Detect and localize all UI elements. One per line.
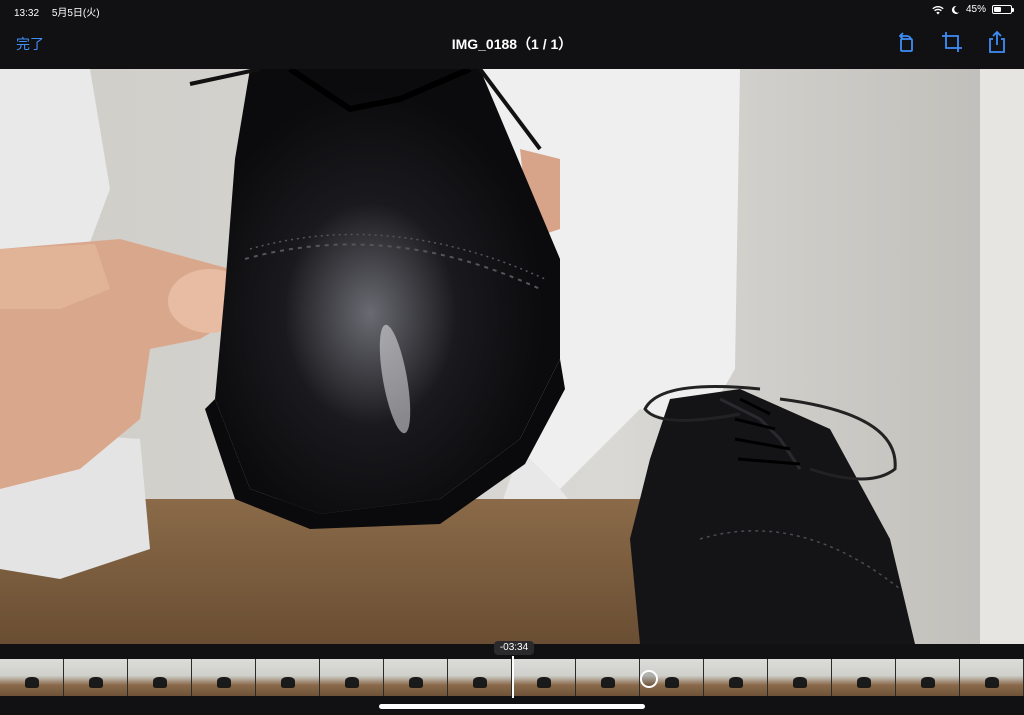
time-remaining: -03:34: [494, 641, 534, 655]
video-frame-illustration: [0, 69, 1024, 644]
crop-icon[interactable]: [940, 30, 964, 54]
filmstrip-frame: [128, 659, 192, 696]
filmstrip-frame: [512, 659, 576, 696]
filmstrip-frame: [768, 659, 832, 696]
filmstrip-frame: [448, 659, 512, 696]
playhead[interactable]: [512, 656, 514, 698]
filmstrip-frame: [896, 659, 960, 696]
filmstrip-frame: [704, 659, 768, 696]
battery-level: [994, 7, 1001, 12]
status-date: 5月5日(火): [51, 8, 100, 19]
share-icon[interactable]: [985, 30, 1009, 54]
filmstrip-frame: [384, 659, 448, 696]
filmstrip-frame: [320, 659, 384, 696]
video-title: IMG_0188（1 / 1）: [451, 36, 573, 52]
filmstrip-frame: [960, 659, 1024, 696]
filmstrip-frame: [0, 659, 64, 696]
battery-icon: [992, 5, 1014, 14]
filmstrip-frame: [256, 659, 320, 696]
filmstrip-frame: [192, 659, 256, 696]
video-frame[interactable]: [0, 69, 1024, 644]
scrub-handle[interactable]: [640, 670, 658, 688]
filmstrip-frame: [64, 659, 128, 696]
wifi-icon: [932, 5, 944, 14]
rotate-icon[interactable]: [895, 30, 919, 54]
moon-icon: [951, 5, 959, 14]
status-right: 45%: [932, 4, 1014, 15]
filmstrip-frame: [832, 659, 896, 696]
filmstrip-frame: [576, 659, 640, 696]
battery-percent: 45%: [965, 4, 986, 15]
home-indicator[interactable]: [379, 704, 645, 709]
status-left: 13:32 5月5日(火): [14, 4, 110, 19]
nav-bar: 完了 IMG_0188（1 / 1）: [0, 20, 1024, 66]
status-time: 13:32: [14, 8, 40, 19]
status-bar: 13:32 5月5日(火) 45%: [0, 0, 1024, 20]
